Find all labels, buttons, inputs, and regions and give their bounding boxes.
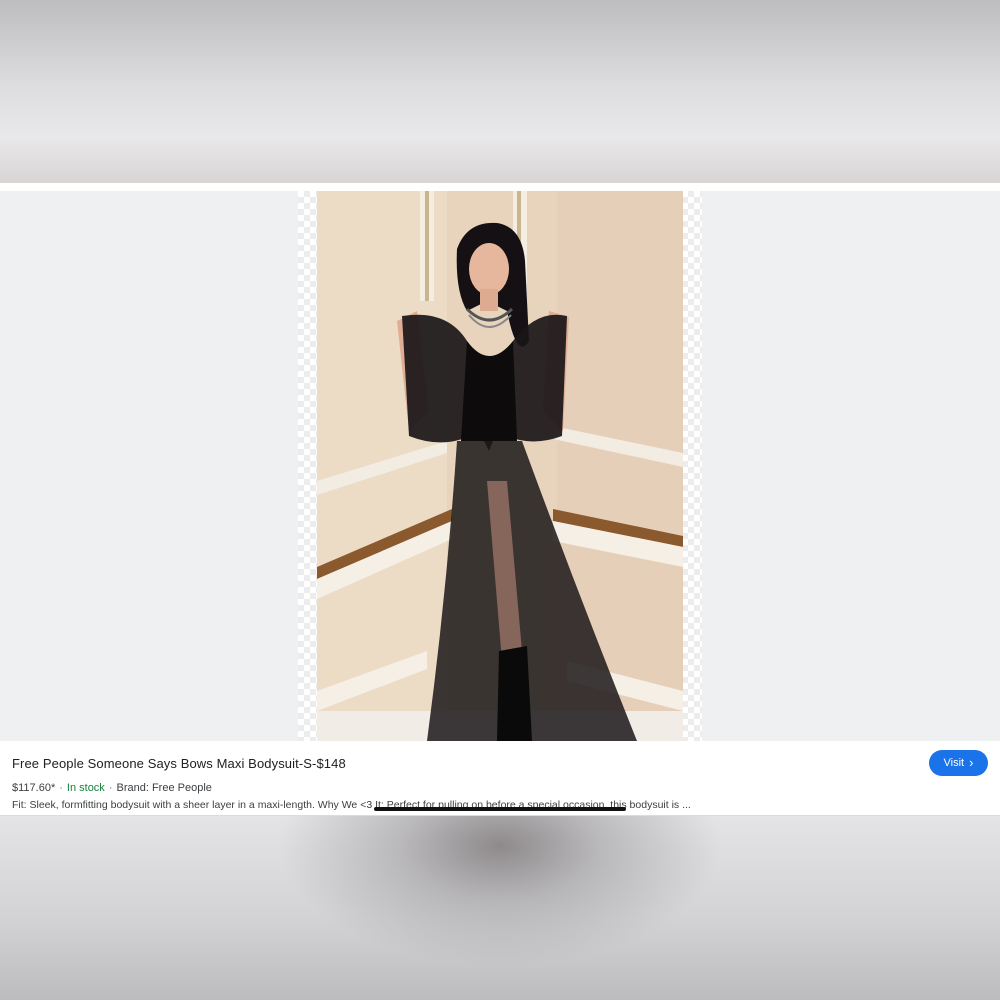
- image-viewer: [0, 191, 1000, 741]
- blurred-backdrop-top: [0, 0, 1000, 183]
- product-image[interactable]: [317, 191, 683, 741]
- product-info-panel: Free People Someone Says Bows Maxi Bodys…: [0, 741, 1000, 816]
- separator-dot: ·: [59, 782, 63, 794]
- product-preview-card: Free People Someone Says Bows Maxi Bodys…: [0, 183, 1000, 816]
- visit-button-label: Visit: [943, 757, 965, 769]
- product-brand: Brand: Free People: [116, 782, 212, 794]
- chevron-right-icon: ›: [969, 755, 974, 770]
- product-meta: $117.60* · In stock · Brand: Free People: [12, 782, 212, 794]
- visit-button[interactable]: Visit ›: [929, 750, 988, 776]
- product-price: $117.60*: [12, 782, 56, 794]
- blurred-backdrop-bottom: [0, 816, 1000, 1000]
- stock-status: In stock: [66, 782, 105, 794]
- scroll-indicator: [374, 807, 626, 811]
- separator-dot: ·: [108, 782, 113, 794]
- product-title[interactable]: Free People Someone Says Bows Maxi Bodys…: [12, 756, 346, 771]
